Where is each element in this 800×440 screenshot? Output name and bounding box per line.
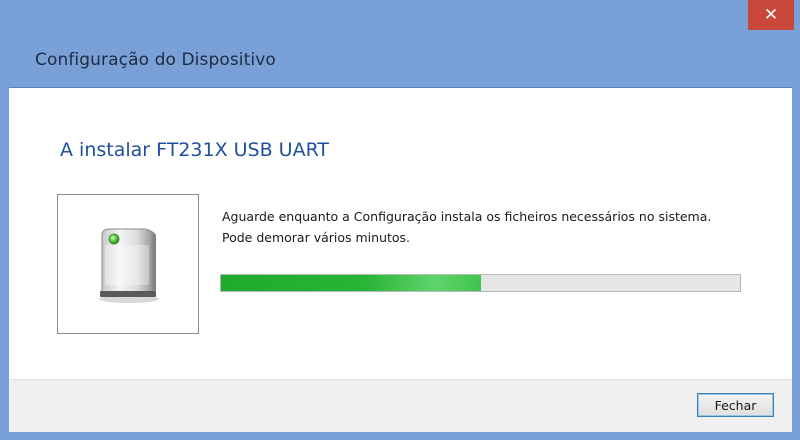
content-panel: A instalar FT231X USB UART Aguarde enqua… <box>9 87 792 380</box>
window-title: Configuração do Dispositivo <box>35 50 276 70</box>
install-progress-bar <box>220 274 741 292</box>
dialog-footer: Fechar <box>9 379 792 432</box>
install-message: Aguarde enquanto a Configuração instala … <box>222 206 711 248</box>
install-message-line2: Pode demorar vários minutos. <box>222 230 411 245</box>
device-tower-icon <box>99 228 159 303</box>
close-icon: ✕ <box>763 5 779 25</box>
install-heading: A instalar FT231X USB UART <box>60 139 330 161</box>
setup-dialog-window: ✕ Configuração do Dispositivo A instalar… <box>0 0 800 440</box>
close-button[interactable]: Fechar <box>697 393 774 417</box>
device-image-frame <box>57 194 199 334</box>
install-message-line1: Aguarde enquanto a Configuração instala … <box>222 209 712 224</box>
progress-fill <box>221 275 481 291</box>
close-window-button[interactable]: ✕ <box>748 0 794 30</box>
